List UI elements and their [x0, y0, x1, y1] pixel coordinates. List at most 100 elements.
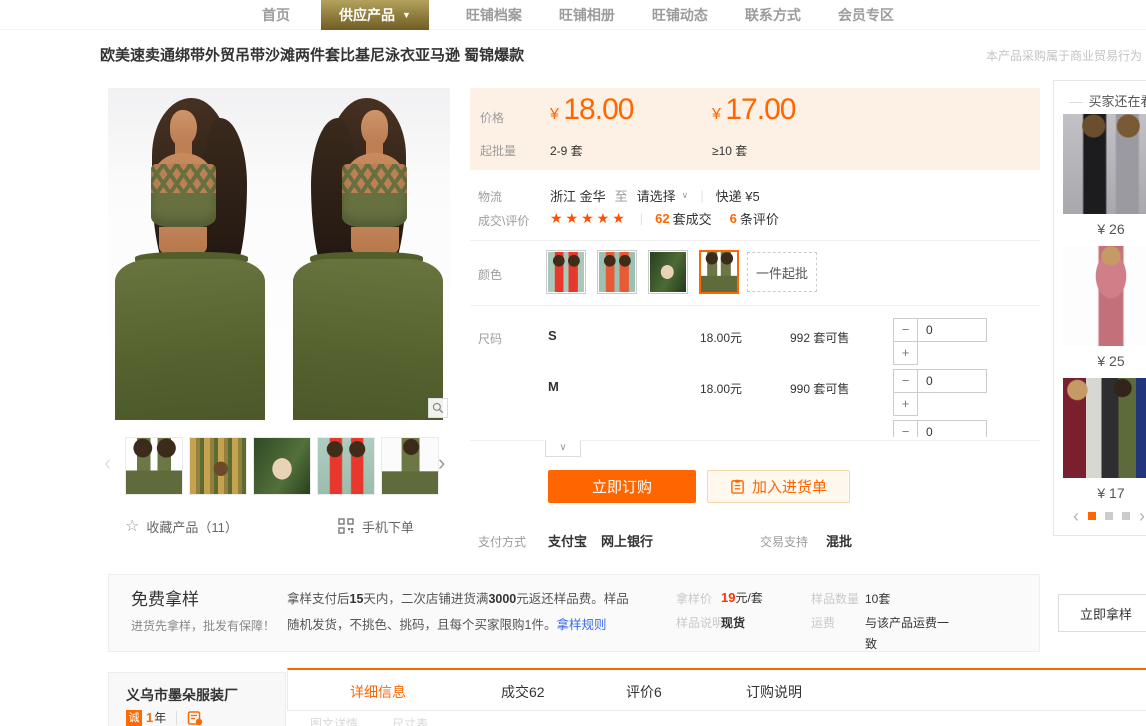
size-stock: 990 套可售 — [790, 380, 849, 397]
related-product-3-image[interactable] — [1063, 378, 1146, 478]
tab-detail-info[interactable]: 详细信息 — [350, 682, 406, 702]
nav-item-home[interactable]: 首页 — [262, 5, 290, 25]
member-years-suffix: 年 — [154, 709, 166, 726]
sample-price-unit: 元/套 — [735, 591, 762, 605]
nav-item-contact[interactable]: 联系方式 — [745, 5, 801, 25]
thumbnail-4[interactable] — [317, 437, 375, 495]
pager-dot[interactable] — [1122, 512, 1130, 520]
swatch-image — [650, 252, 686, 292]
nav-item-album[interactable]: 旺铺相册 — [559, 5, 615, 25]
logistics-label: 物流 — [478, 188, 502, 205]
add-to-cart-button[interactable]: 加入进货单 — [707, 470, 850, 503]
trade-note: 本产品采购属于商业贸易行为 — [986, 47, 1142, 64]
qty-plus-button[interactable]: + — [893, 341, 918, 365]
color-swatch-1[interactable] — [546, 250, 586, 294]
pager-next-icon[interactable]: › — [1139, 509, 1145, 523]
expand-sizes-button[interactable]: ∨ — [545, 440, 581, 457]
thumbnail-2[interactable] — [189, 437, 247, 495]
sample-ship-label: 运费 — [811, 614, 835, 631]
min-batch-label: 一件起批 — [756, 263, 808, 282]
thumbs-prev-icon[interactable]: ‹ — [104, 452, 111, 474]
min-batch-badge: 一件起批 — [747, 252, 817, 292]
tab-deals[interactable]: 成交62 — [501, 682, 545, 702]
product-photo[interactable] — [108, 88, 450, 420]
color-swatch-2[interactable] — [597, 250, 637, 294]
moq-tier2: ≥10 套 — [712, 142, 747, 159]
qty-minus-button[interactable]: − — [893, 369, 918, 393]
price-box: 价格 ¥ 18.00 ¥ 17.00 起批量 2-9 套 ≥10 套 — [470, 88, 1040, 170]
mobile-order[interactable]: 手机下单 — [338, 517, 414, 536]
model-crop-top — [151, 164, 216, 227]
star-rating-icons: ★★★★★ — [550, 210, 628, 227]
nav-item-member[interactable]: 会员专区 — [838, 5, 894, 25]
sample-desc-text: 拿样支付后 — [287, 592, 350, 606]
logistics-value: 浙江 金华 至 请选择 ∨ | 快递 ¥5 — [550, 186, 760, 205]
express-fee: 快递 ¥5 — [716, 186, 760, 205]
clipboard-icon — [730, 479, 745, 494]
tab-order-notes[interactable]: 订购说明 — [746, 682, 802, 702]
size-row-s: S 18.00元 992 套可售 − 0 + — [548, 316, 1040, 367]
currency-symbol: ¥ — [550, 106, 559, 123]
sample-desc-text: 随机发货，不挑色、挑码，且每个买家限购1件。 — [287, 618, 556, 632]
swatch-image — [548, 252, 584, 292]
qr-code-icon — [338, 518, 354, 534]
sidebar-pagination: ‹ › — [1054, 509, 1146, 523]
payment-label: 支付方式 — [478, 533, 526, 550]
price-tier2: ¥ 17.00 — [712, 93, 795, 127]
sample-qty-value: 10套 — [865, 590, 890, 607]
related-product-1-image[interactable] — [1063, 114, 1146, 214]
sample-ship-value2: 致 — [865, 635, 877, 652]
tab-reviews[interactable]: 评价6 — [626, 682, 662, 702]
nav-item-archive[interactable]: 旺铺档案 — [466, 5, 522, 25]
top-nav: 首页 供应产品 ▼ 旺铺档案 旺铺相册 旺铺动态 联系方式 会员专区 — [0, 0, 1146, 30]
sample-note-label: 样品说明 — [676, 614, 724, 631]
qty-input[interactable]: 0 — [917, 420, 987, 437]
divider: | — [640, 211, 643, 226]
sample-price-number: 19 — [721, 590, 735, 605]
related-product-3-price: ¥ 17 — [1063, 485, 1146, 501]
related-product-2-image[interactable] — [1063, 246, 1146, 346]
qty-stepper: − 0 — [893, 420, 987, 437]
divider — [470, 240, 1040, 241]
sample-rules-link[interactable]: 拿样规则 — [556, 618, 606, 632]
model-pants — [293, 259, 443, 420]
model-left — [108, 88, 279, 420]
detail-partial-text: 尺寸表 — [392, 715, 428, 726]
qty-input[interactable]: 0 — [917, 369, 987, 393]
pager-dot-active[interactable] — [1088, 512, 1096, 520]
price-tier2-value: 17.00 — [725, 93, 795, 126]
color-swatch-4-selected[interactable] — [699, 250, 739, 294]
thumbnail-1[interactable] — [125, 437, 183, 495]
magnifier-icon[interactable] — [428, 398, 448, 418]
qty-plus-button[interactable]: + — [893, 392, 918, 416]
chevron-down-icon: ∨ — [682, 190, 689, 201]
favorite-star-icon[interactable]: ☆ — [125, 516, 139, 536]
divider — [470, 305, 1040, 306]
review-count[interactable]: 6 — [730, 211, 737, 226]
company-name[interactable]: 义乌市墨朵服装厂 — [126, 685, 238, 705]
destination-select[interactable]: 请选择 — [637, 186, 676, 205]
thumbnail-5[interactable] — [381, 437, 439, 495]
nav-item-products[interactable]: 供应产品 ▼ — [321, 0, 429, 30]
color-swatch-3[interactable] — [648, 250, 688, 294]
deals-label: 成交\评价 — [478, 212, 529, 229]
pager-prev-icon[interactable]: ‹ — [1073, 509, 1079, 523]
qty-input[interactable]: 0 — [917, 318, 987, 342]
sold-count[interactable]: 62 — [655, 211, 669, 226]
pager-dot[interactable] — [1105, 512, 1113, 520]
size-row-m: M 18.00元 990 套可售 − 0 + — [548, 367, 1040, 418]
order-now-button[interactable]: 立即订购 — [548, 470, 696, 503]
color-label: 颜色 — [478, 266, 502, 283]
member-years-number: 1 — [146, 710, 153, 725]
chevron-down-icon: ∨ — [559, 442, 566, 453]
sample-price-label: 拿样价 — [676, 590, 712, 607]
get-sample-button[interactable]: 立即拿样 — [1058, 594, 1146, 632]
logistics-to: 至 — [615, 186, 628, 205]
thumbnail-3[interactable] — [253, 437, 311, 495]
qty-minus-button[interactable]: − — [893, 318, 918, 342]
nav-item-news[interactable]: 旺铺动态 — [652, 5, 708, 25]
qty-minus-button[interactable]: − — [893, 420, 918, 437]
sample-desc-amount: 3000 — [488, 592, 516, 606]
favorite-label[interactable]: 收藏产品（11） — [146, 517, 238, 536]
thumbs-next-icon[interactable]: › — [438, 452, 445, 474]
